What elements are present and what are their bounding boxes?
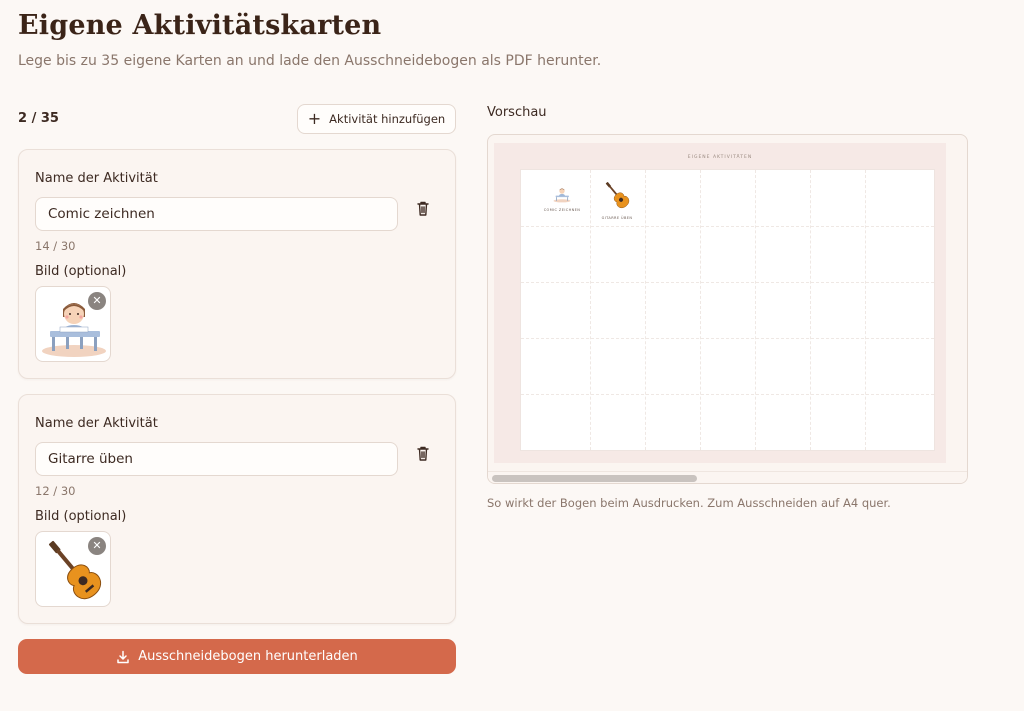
plus-icon: + <box>307 109 322 128</box>
preview-card-name: GITARRE ÜBEN <box>601 216 633 220</box>
close-icon: ✕ <box>92 539 102 552</box>
cut-line <box>521 282 934 283</box>
activity-name-charcount: 14 / 30 <box>35 239 76 253</box>
close-icon: ✕ <box>92 294 102 307</box>
download-icon <box>117 650 129 663</box>
cut-line <box>700 170 701 450</box>
trash-icon <box>417 446 429 461</box>
child-drawing-illustration <box>553 188 571 203</box>
add-activity-button[interactable]: + Aktivität hinzufügen <box>297 104 456 134</box>
activity-card: Name der Aktivität 12 / 30 Bild (optiona… <box>18 394 456 624</box>
preview-caption: So wirkt der Bogen beim Ausdrucken. Zum … <box>487 496 891 510</box>
activity-card: Name der Aktivität 14 / 30 Bild (optiona… <box>18 149 456 379</box>
preview-card: COMIC ZEICHNEN <box>535 184 589 212</box>
preview-frame[interactable]: EIGENE AKTIVITÄTEN COMIC ZEICHNEN GITARR… <box>487 134 968 484</box>
cut-sheet: COMIC ZEICHNEN GITARRE ÜBEN <box>520 169 935 451</box>
activity-name-input[interactable] <box>35 442 398 476</box>
guitar-illustration <box>605 181 630 209</box>
remove-image-button[interactable]: ✕ <box>88 292 106 310</box>
page-title: Eigene Aktivitätskarten <box>18 10 382 41</box>
remove-image-button[interactable]: ✕ <box>88 537 106 555</box>
card-counter: 2 / 35 <box>18 111 59 126</box>
cut-line <box>521 338 934 339</box>
delete-card-button[interactable] <box>413 198 433 220</box>
add-activity-label: Aktivität hinzufügen <box>329 112 446 126</box>
preview-scrollbar[interactable] <box>488 471 967 483</box>
activity-name-label: Name der Aktivität <box>35 171 158 186</box>
page-subtitle: Lege bis zu 35 eigene Karten an und lade… <box>18 53 602 69</box>
cut-line <box>521 226 934 227</box>
delete-card-button[interactable] <box>413 443 433 465</box>
image-label: Bild (optional) <box>35 509 127 524</box>
download-label: Ausschneidebogen herunterladen <box>138 649 358 664</box>
cut-line <box>755 170 756 450</box>
download-sheet-button[interactable]: Ausschneidebogen herunterladen <box>18 639 456 674</box>
cut-line <box>865 170 866 450</box>
preview-label: Vorschau <box>487 105 547 120</box>
activity-name-input[interactable] <box>35 197 398 231</box>
image-label: Bild (optional) <box>35 264 127 279</box>
activity-name-charcount: 12 / 30 <box>35 484 76 498</box>
cut-line <box>810 170 811 450</box>
activity-name-label: Name der Aktivität <box>35 416 158 431</box>
preview-card: GITARRE ÜBEN <box>590 178 644 220</box>
trash-icon <box>417 201 429 216</box>
preview-scrollbar-thumb[interactable] <box>492 475 697 482</box>
preview-card-name: COMIC ZEICHNEN <box>543 208 581 212</box>
sheet-background: EIGENE AKTIVITÄTEN COMIC ZEICHNEN GITARR… <box>494 143 946 463</box>
cut-line <box>521 394 934 395</box>
sheet-title: EIGENE AKTIVITÄTEN <box>687 155 753 160</box>
cut-line <box>645 170 646 450</box>
